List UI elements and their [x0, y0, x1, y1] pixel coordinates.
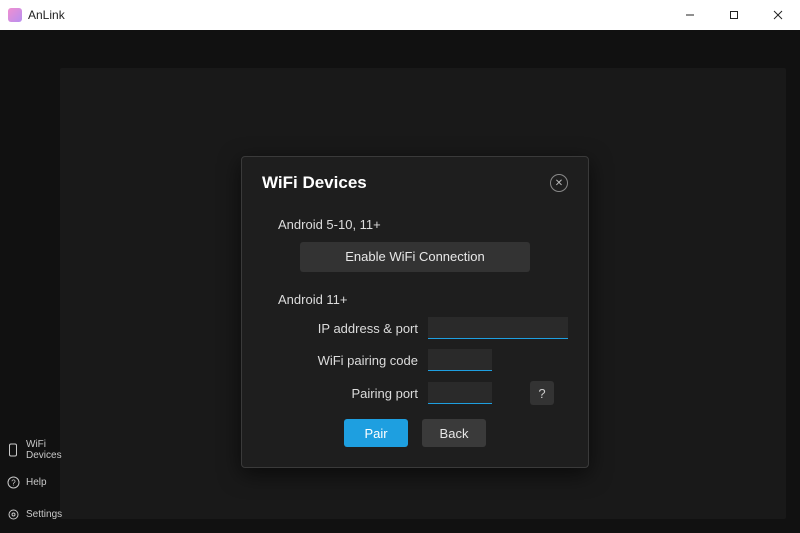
pairing-help-button[interactable]: ?	[530, 381, 554, 405]
phone-icon	[6, 443, 20, 457]
sidebar-item-label: WiFi Devices	[26, 439, 62, 461]
sidebar-item-wifi-devices[interactable]: WiFi Devices	[6, 437, 60, 463]
enable-wifi-connection-button[interactable]: Enable WiFi Connection	[300, 242, 530, 272]
minimize-icon	[685, 10, 695, 20]
wifi-pairing-code-input[interactable]	[428, 349, 492, 371]
window-title: AnLink	[28, 8, 65, 22]
wifi-pairing-code-label: WiFi pairing code	[278, 353, 428, 368]
back-button[interactable]: Back	[422, 419, 486, 447]
minimize-button[interactable]	[668, 0, 712, 30]
pair-button[interactable]: Pair	[344, 419, 408, 447]
maximize-icon	[729, 10, 739, 20]
dialog-close-button[interactable]: ✕	[550, 174, 568, 192]
help-icon: ?	[538, 386, 545, 401]
app-icon	[8, 8, 22, 22]
maximize-button[interactable]	[712, 0, 756, 30]
ip-address-port-label: IP address & port	[278, 321, 428, 336]
close-window-button[interactable]	[756, 0, 800, 30]
sidebar-item-label: Help	[26, 477, 47, 488]
sidebar-item-settings[interactable]: Settings	[6, 501, 60, 527]
gear-icon	[6, 507, 20, 521]
app-body: ? ↻ WiFi Devices ? Help Settings	[0, 30, 800, 533]
help-icon: ?	[6, 475, 20, 489]
section-label-android-5-10: Android 5-10, 11+	[278, 217, 568, 232]
sidebar-item-label: Settings	[26, 509, 62, 520]
sidebar: WiFi Devices ? Help Settings	[0, 437, 60, 527]
pairing-port-input[interactable]	[428, 382, 492, 404]
close-icon	[773, 10, 783, 20]
svg-text:?: ?	[11, 478, 16, 487]
titlebar: AnLink	[0, 0, 800, 30]
close-icon: ✕	[555, 178, 563, 189]
section-label-android-11: Android 11+	[278, 292, 568, 307]
ip-address-port-input[interactable]	[428, 317, 568, 339]
wifi-devices-dialog: WiFi Devices ✕ Android 5-10, 11+ Enable …	[241, 156, 589, 468]
dialog-title: WiFi Devices	[262, 173, 367, 193]
pairing-port-label: Pairing port	[278, 386, 428, 401]
sidebar-item-help[interactable]: ? Help	[6, 469, 60, 495]
window-controls	[668, 0, 800, 30]
